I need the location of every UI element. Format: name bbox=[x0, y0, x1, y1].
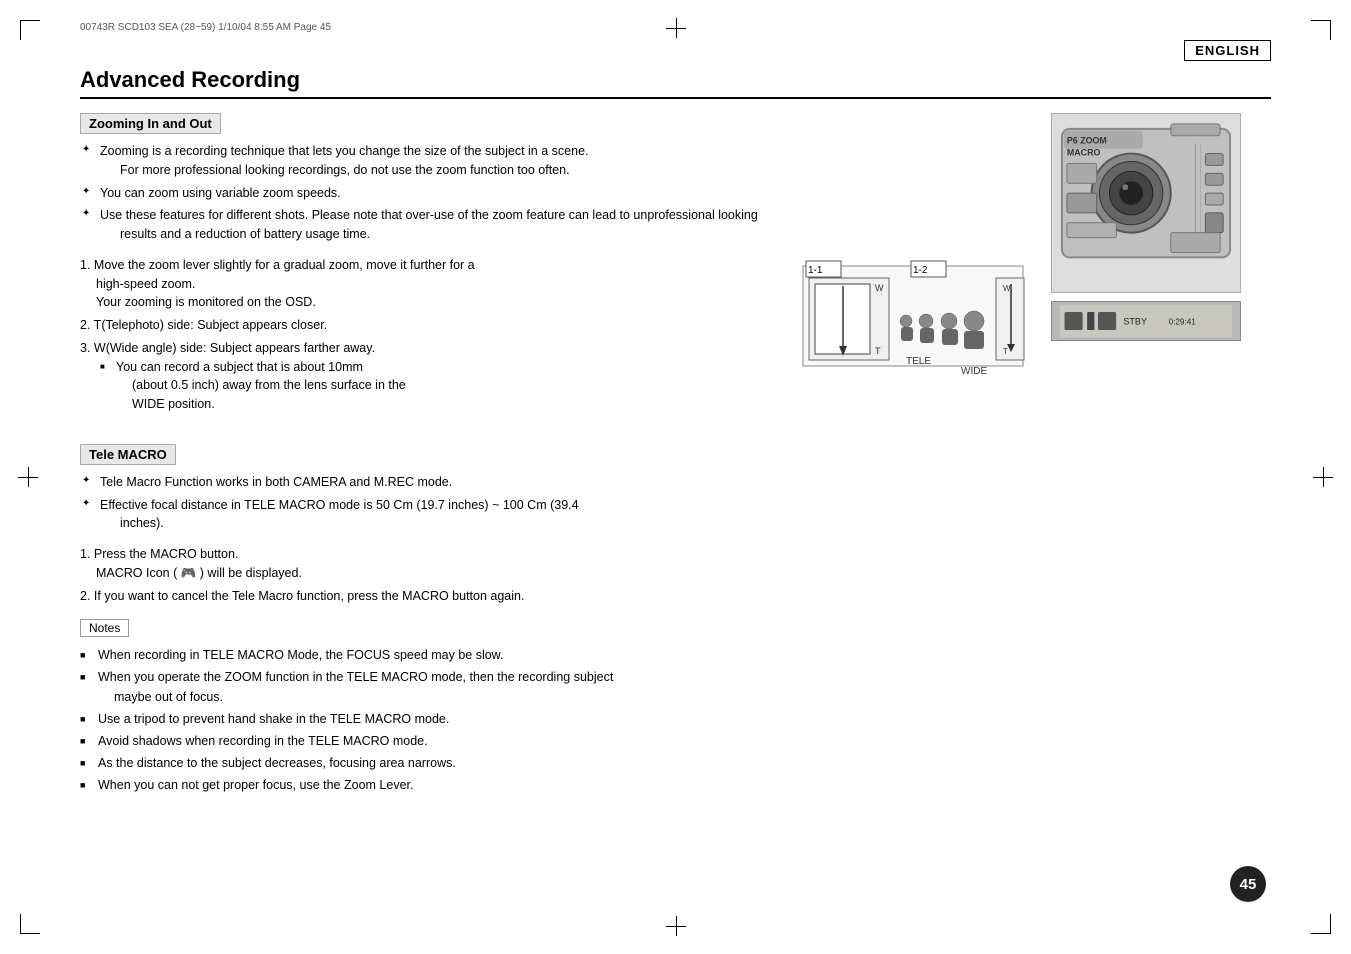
zoom-sub-list: You can record a subject that is about 1… bbox=[100, 358, 785, 414]
note-1: When recording in TELE MACRO Mode, the F… bbox=[80, 645, 1031, 665]
svg-text:W: W bbox=[1003, 284, 1011, 293]
svg-text:TELE: TELE bbox=[906, 356, 931, 367]
note-4: Avoid shadows when recording in the TELE… bbox=[80, 731, 1031, 751]
svg-text:0:29:41: 0:29:41 bbox=[1169, 318, 1197, 327]
lcd-strip: STBY 0:29:41 bbox=[1051, 301, 1241, 341]
zooming-steps: 1. Move the zoom lever slightly for a gr… bbox=[80, 256, 785, 428]
zoom-diagram-svg: 1-1 1-2 W T bbox=[801, 256, 1031, 376]
notes-header: Notes bbox=[80, 619, 129, 637]
page-title: Advanced Recording bbox=[80, 67, 1271, 93]
tele-macro-bullets: Tele Macro Function works in both CAMERA… bbox=[80, 473, 1031, 533]
zoom-step-1: 1. Move the zoom lever slightly for a gr… bbox=[80, 256, 785, 312]
zooming-header: Zooming In and Out bbox=[80, 113, 221, 134]
page-number-badge: 45 bbox=[1230, 866, 1266, 902]
zooming-bullets: Zooming is a recording technique that le… bbox=[80, 142, 1031, 244]
lcd-svg: STBY 0:29:41 bbox=[1060, 303, 1232, 339]
svg-text:1-2: 1-2 bbox=[913, 265, 928, 276]
zoom-step-3: 3. W(Wide angle) side: Subject appears f… bbox=[80, 339, 785, 414]
note-3: Use a tripod to prevent hand shake in th… bbox=[80, 709, 1031, 729]
svg-text:MACRO: MACRO bbox=[1067, 148, 1101, 158]
left-column: Zooming In and Out Zooming is a recordin… bbox=[80, 113, 1031, 805]
zoom-step-2: 2. T(Telephoto) side: Subject appears cl… bbox=[80, 316, 785, 335]
zoom-bullet-2: You can zoom using variable zoom speeds. bbox=[80, 184, 1031, 203]
tele-macro-bullet-2: Effective focal distance in TELE MACRO m… bbox=[80, 496, 1031, 534]
right-column: P6 ZOOM MACRO bbox=[1051, 113, 1271, 805]
note-5: As the distance to the subject decreases… bbox=[80, 753, 1031, 773]
svg-text:T: T bbox=[1003, 347, 1008, 356]
svg-text:T: T bbox=[875, 346, 881, 356]
tele-macro-section: Tele MACRO Tele Macro Function works in … bbox=[80, 444, 1031, 606]
camera-svg: P6 ZOOM MACRO bbox=[1052, 114, 1240, 292]
svg-text:WIDE: WIDE bbox=[961, 366, 987, 376]
zoom-diagram-container: 1-1 1-2 W T bbox=[801, 256, 1031, 428]
zoom-bullet-1: Zooming is a recording technique that le… bbox=[80, 142, 1031, 180]
zooming-section: Zooming In and Out Zooming is a recordin… bbox=[80, 113, 1031, 428]
tele-macro-step-2: 2. If you want to cancel the Tele Macro … bbox=[80, 587, 1031, 606]
zoom-bullet-3: Use these features for different shots. … bbox=[80, 206, 1031, 244]
notes-list: When recording in TELE MACRO Mode, the F… bbox=[80, 645, 1031, 795]
tele-macro-bullet-1: Tele Macro Function works in both CAMERA… bbox=[80, 473, 1031, 492]
zoom-sub-item: You can record a subject that is about 1… bbox=[100, 358, 785, 414]
svg-text:P6 ZOOM: P6 ZOOM bbox=[1067, 136, 1107, 146]
note-2: When you operate the ZOOM function in th… bbox=[80, 667, 1031, 707]
svg-text:1-1: 1-1 bbox=[808, 265, 823, 276]
notes-section: Notes When recording in TELE MACRO Mode,… bbox=[80, 619, 1031, 795]
tele-macro-steps: 1. Press the MACRO button. MACRO Icon ( … bbox=[80, 545, 1031, 605]
camera-image: P6 ZOOM MACRO bbox=[1051, 113, 1241, 293]
zoom-numbered-list: 1. Move the zoom lever slightly for a gr… bbox=[80, 256, 785, 414]
language-badge: ENGLISH bbox=[1184, 40, 1271, 61]
note-6: When you can not get proper focus, use t… bbox=[80, 775, 1031, 795]
tele-macro-header: Tele MACRO bbox=[80, 444, 176, 465]
tele-macro-step-1: 1. Press the MACRO button. MACRO Icon ( … bbox=[80, 545, 1031, 583]
file-info: 00743R SCD103 SEA (28~59) 1/10/04 8:55 A… bbox=[80, 22, 331, 33]
svg-text:STBY: STBY bbox=[1123, 317, 1147, 327]
